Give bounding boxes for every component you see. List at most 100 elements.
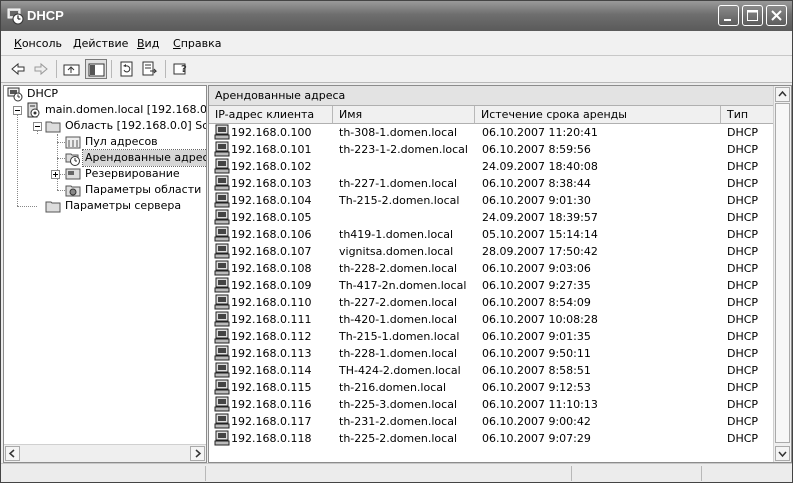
table-row[interactable]: 192.168.0.101 th-223-1-2.domen.local 06.10…: [209, 141, 791, 158]
cell-type: DHCP: [727, 143, 759, 156]
client-computer-icon: [214, 192, 230, 208]
cell-ip-address: 192.168.0.107: [231, 245, 312, 258]
refresh-icon: [120, 61, 133, 77]
table-row[interactable]: 192.168.0.102 24.09.2007 18:40:08 DHCP: [209, 158, 791, 175]
client-computer-icon: [214, 379, 230, 395]
cell-client-name: th-228-2.domen.local: [339, 262, 458, 275]
address-pool-icon: [65, 136, 81, 149]
dhcp-window: DHCP Консоль Действие Вид Справка ? DHCP…: [0, 0, 793, 483]
cell-ip-address: 192.168.0.109: [231, 279, 312, 292]
up-folder-icon: [63, 64, 80, 76]
cell-ip-address: 192.168.0.105: [231, 211, 312, 224]
cell-lease-expiration: 06.10.2007 11:10:13: [482, 398, 598, 411]
cell-lease-expiration: 06.10.2007 9:00:42: [482, 415, 591, 428]
table-row[interactable]: 192.168.0.104 Th-215-2.domen.local 06.10.2…: [209, 192, 791, 209]
cell-lease-expiration: 06.10.2007 9:01:35: [482, 330, 591, 343]
folder-icon: [45, 121, 61, 133]
client-computer-icon: [214, 260, 230, 276]
cell-ip-address: 192.168.0.101: [231, 143, 312, 156]
dhcp-icon: [7, 87, 23, 102]
console-tree[interactable]: DHCP main.domen.local [192.168.0.1] Обла…: [3, 85, 207, 463]
cell-type: DHCP: [727, 398, 759, 411]
collapse-icon[interactable]: [33, 122, 42, 131]
tree-label: Параметры области: [85, 183, 202, 196]
title-bar[interactable]: DHCP: [1, 1, 792, 31]
scroll-right-button[interactable]: [190, 446, 205, 461]
table-row[interactable]: 192.168.0.113 th-228-1.domen.local 06.10.2…: [209, 345, 791, 362]
tree-item-scope[interactable]: Область [192.168.0.0] Scope: [33, 118, 206, 134]
table-row[interactable]: 192.168.0.115 th-216.domen.local 06.10.200…: [209, 379, 791, 396]
column-header-type[interactable]: Тип: [721, 106, 774, 124]
table-row[interactable]: 192.168.0.108 th-228-2.domen.local 06.10.2…: [209, 260, 791, 277]
table-row[interactable]: 192.168.0.103 th-227-1.domen.local 06.10.2…: [209, 175, 791, 192]
maximize-button[interactable]: [742, 5, 763, 26]
cell-client-name: th-231-2.domen.local: [339, 415, 458, 428]
tree-label: Пул адресов: [85, 135, 158, 148]
refresh-button[interactable]: [116, 59, 138, 79]
table-row[interactable]: 192.168.0.106 th419-1.domen.local 05.10.20…: [209, 226, 791, 243]
chevron-left-icon: [8, 449, 15, 458]
cell-lease-expiration: 06.10.2007 8:58:51: [482, 364, 591, 377]
scroll-down-button[interactable]: [775, 446, 790, 461]
cell-lease-expiration: 06.10.2007 9:07:29: [482, 432, 591, 445]
client-computer-icon: [214, 158, 230, 174]
scroll-left-button[interactable]: [5, 446, 20, 461]
tree-label: DHCP: [27, 87, 59, 100]
scroll-up-button[interactable]: [775, 87, 790, 102]
cell-client-name: Th-417-2n.domen.local: [339, 279, 467, 292]
menu-view[interactable]: Вид: [137, 37, 159, 50]
cell-client-name: th-225-2.domen.local: [339, 432, 458, 445]
table-row[interactable]: 192.168.0.110 th-227-2.domen.local 06.10.2…: [209, 294, 791, 311]
back-arrow-icon: [11, 62, 25, 76]
close-button[interactable]: [766, 5, 787, 26]
up-level-button[interactable]: [61, 59, 83, 79]
server-icon: [27, 102, 40, 118]
export-list-button[interactable]: [139, 59, 161, 79]
toolbar: ?: [1, 56, 792, 83]
help-button[interactable]: ?: [170, 59, 192, 79]
menu-help[interactable]: Справка: [173, 37, 221, 50]
expand-icon[interactable]: [51, 170, 60, 179]
folder-icon: [45, 201, 61, 213]
show-hide-tree-button[interactable]: [85, 59, 107, 79]
table-row[interactable]: 192.168.0.118 th-225-2.domen.local 06.10.2…: [209, 430, 791, 447]
column-header-lease-expiration[interactable]: Истечение срока аренды: [475, 106, 721, 124]
client-computer-icon: [214, 141, 230, 157]
cell-lease-expiration: 06.10.2007 9:12:53: [482, 381, 591, 394]
cell-type: DHCP: [727, 262, 759, 275]
cell-ip-address: 192.168.0.104: [231, 194, 312, 207]
tree-label: Арендованные адреса: [81, 149, 206, 167]
table-row[interactable]: 192.168.0.109 Th-417-2n.domen.local 06.10.…: [209, 277, 791, 294]
menu-action[interactable]: Действие: [73, 37, 128, 50]
close-icon: [771, 10, 782, 21]
cell-client-name: th-216.domen.local: [339, 381, 447, 394]
scroll-thumb[interactable]: [775, 103, 790, 443]
client-computer-icon: [214, 311, 230, 327]
tree-horizontal-scrollbar[interactable]: [4, 444, 206, 462]
table-row[interactable]: 192.168.0.100 th-308-1.domen.local 06.10.2…: [209, 124, 791, 141]
cell-client-name: th-227-1.domen.local: [339, 177, 458, 190]
table-row[interactable]: 192.168.0.111 th-420-1.domen.local 06.10.2…: [209, 311, 791, 328]
back-button[interactable]: [7, 59, 29, 79]
column-header-ip[interactable]: IP-адрес клиента: [209, 106, 333, 124]
table-row[interactable]: 192.168.0.112 Th-215-1.domen.local 06.10.2…: [209, 328, 791, 345]
forward-button[interactable]: [30, 59, 52, 79]
cell-lease-expiration: 06.10.2007 9:27:35: [482, 279, 591, 292]
cell-client-name: vignitsa.domen.local: [339, 245, 454, 258]
client-computer-icon: [214, 430, 230, 446]
collapse-icon[interactable]: [13, 106, 22, 115]
column-header-name[interactable]: Имя: [333, 106, 475, 124]
cell-ip-address: 192.168.0.100: [231, 126, 312, 139]
table-row[interactable]: 192.168.0.105 24.09.2007 18:39:57 DHCP: [209, 209, 791, 226]
table-row[interactable]: 192.168.0.117 th-231-2.domen.local 06.10.2…: [209, 413, 791, 430]
cell-ip-address: 192.168.0.116: [231, 398, 312, 411]
table-row[interactable]: 192.168.0.116 th-225-3.domen.local 06.10.2…: [209, 396, 791, 413]
menu-console[interactable]: Консоль: [14, 37, 62, 50]
table-row[interactable]: 192.168.0.114 TH-424-2.domen.local 06.10.2…: [209, 362, 791, 379]
cell-lease-expiration: 24.09.2007 18:39:57: [482, 211, 598, 224]
table-row[interactable]: 192.168.0.107 vignitsa.domen.local 28.09.2…: [209, 243, 791, 260]
minimize-button[interactable]: [718, 5, 739, 26]
cell-type: DHCP: [727, 194, 759, 207]
cell-lease-expiration: 06.10.2007 8:59:56: [482, 143, 591, 156]
list-vertical-scrollbar[interactable]: [773, 86, 791, 462]
